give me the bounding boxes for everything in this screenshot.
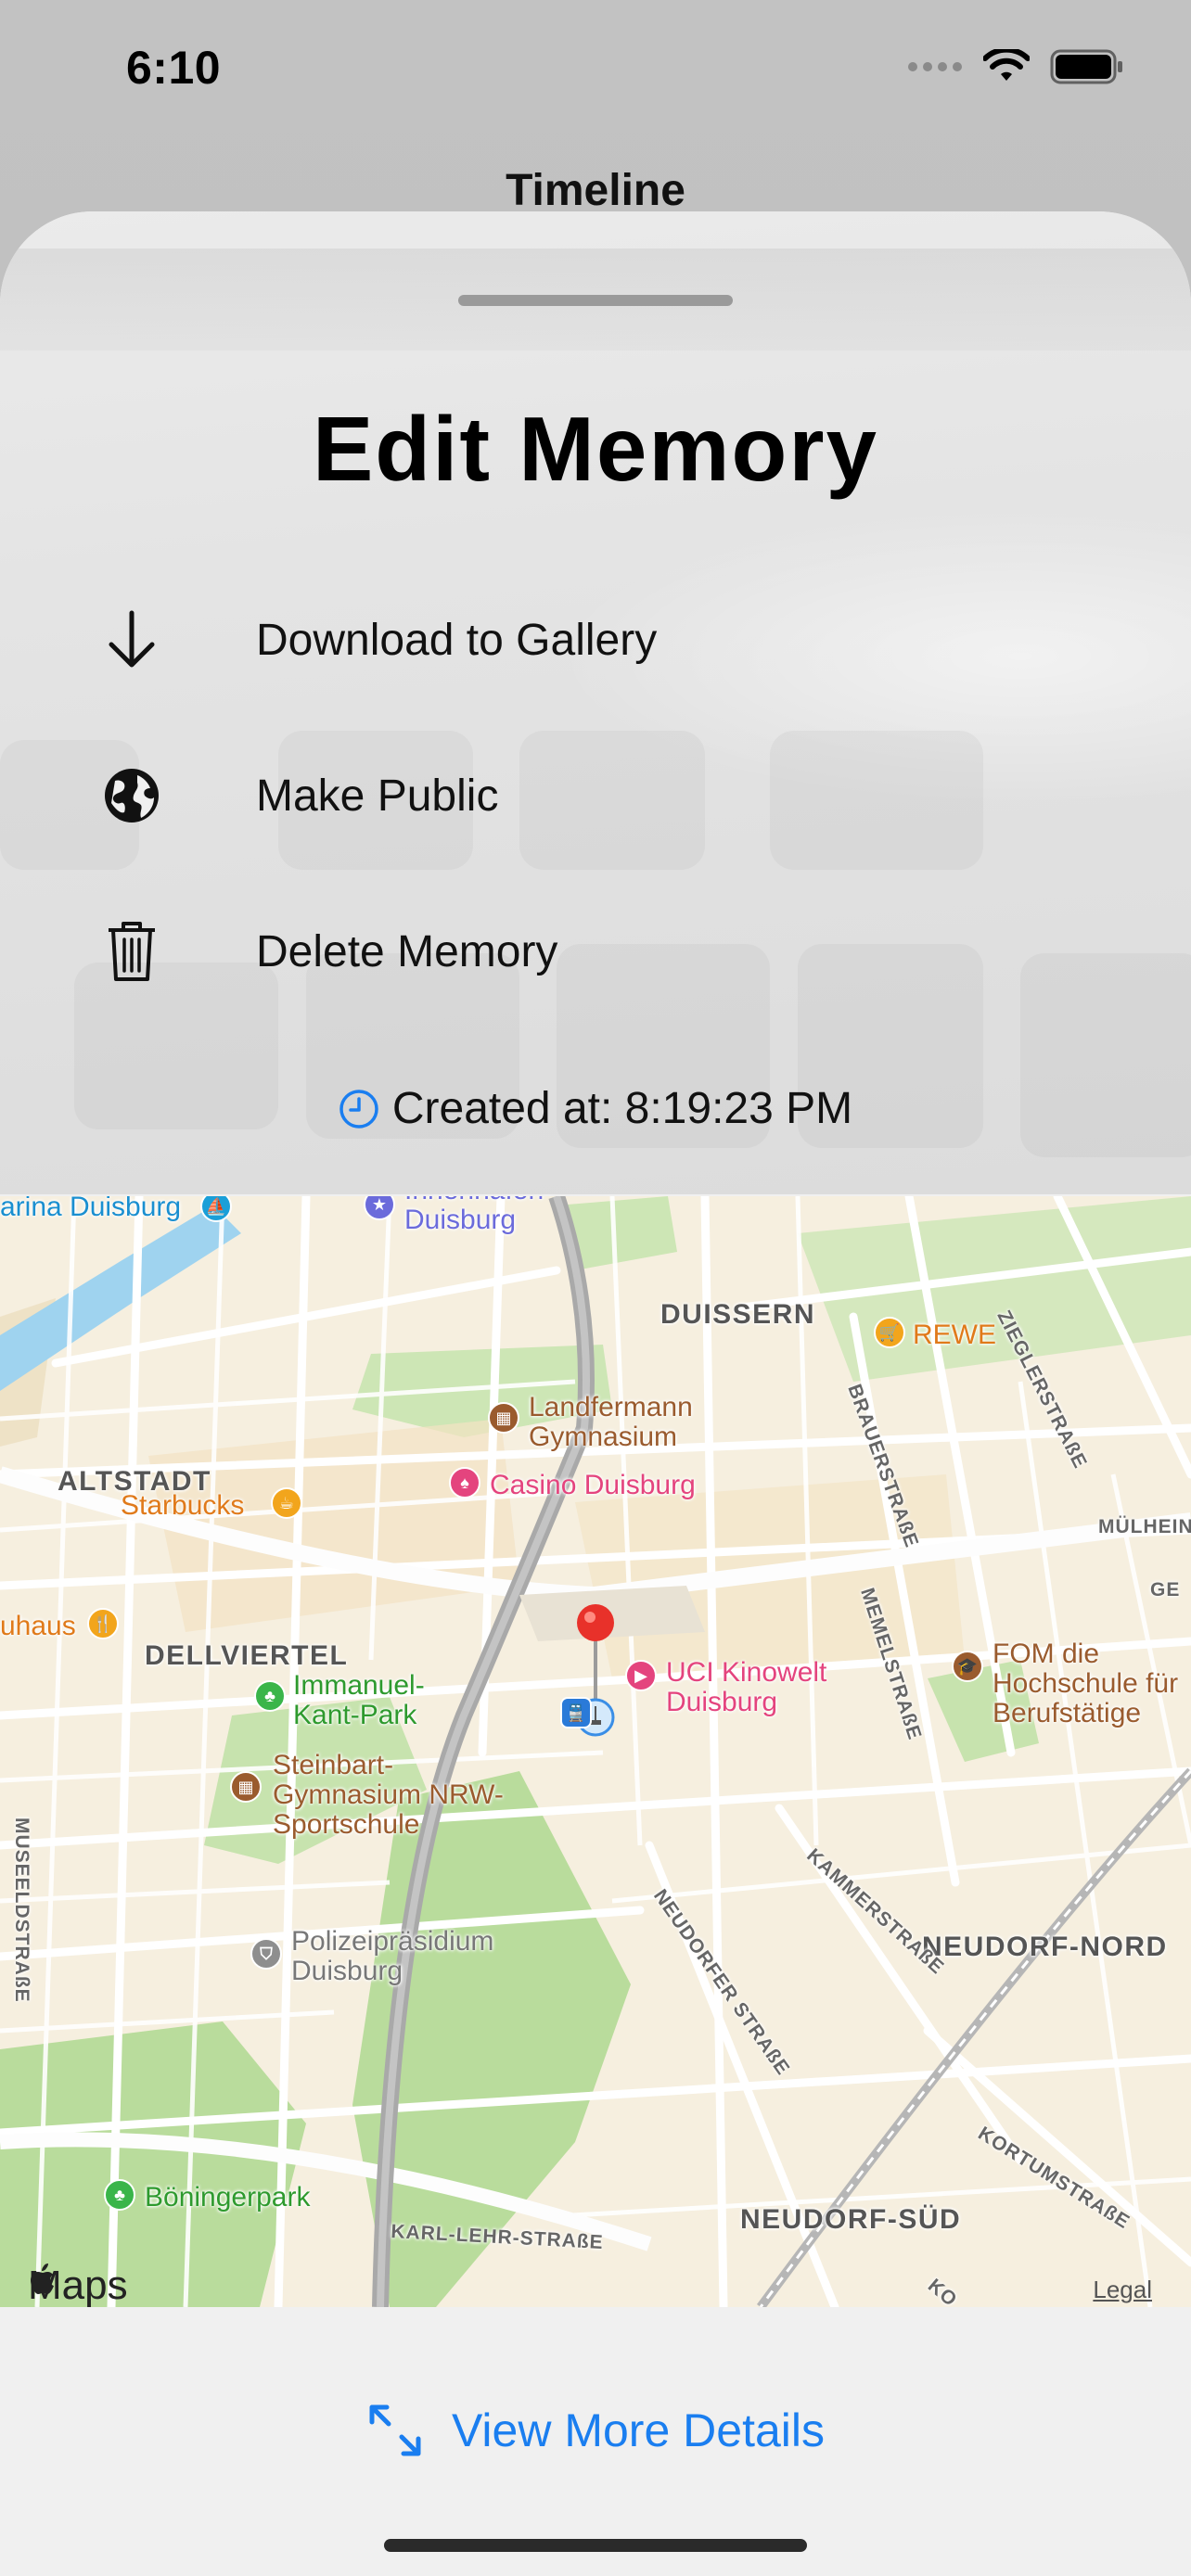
university-icon: 🎓 <box>952 1651 983 1682</box>
trash-icon <box>93 912 171 990</box>
poi-label: Polizeipräsidium <box>291 1926 494 1957</box>
created-at-row: Created at: 8:19:23 PM <box>0 1083 1191 1134</box>
restaurant-icon: 🍴 <box>87 1608 119 1639</box>
poi-label: Berufstätige <box>992 1698 1142 1728</box>
battery-icon <box>1050 49 1122 84</box>
cinema-icon: ▶ <box>625 1660 657 1691</box>
casino-icon: ♠ <box>449 1467 480 1498</box>
school-icon: ▦ <box>488 1402 519 1434</box>
location-map[interactable]: DUISSERN ALTSTADT DELLVIERTEL NEUDORF-NO… <box>0 1196 1191 2307</box>
poi-label: FOM die <box>992 1639 1100 1669</box>
poi-label: Sportschule <box>273 1809 420 1840</box>
memory-photo-background <box>0 211 1191 1194</box>
park-icon: ♣ <box>104 2179 135 2211</box>
poi-label: UCI Kinowelt <box>666 1657 827 1688</box>
street-label: MÜLHEIN <box>1098 1516 1191 1537</box>
edit-memory-sheet: Edit Memory Download to Gallery Make Pub… <box>0 211 1191 2576</box>
view-more-details-button[interactable]: View More Details <box>0 2402 1191 2459</box>
district-label: DELLVIERTEL <box>145 1640 349 1671</box>
signal-icon <box>908 62 962 71</box>
street-label: GE <box>1150 1579 1181 1600</box>
home-indicator <box>384 2539 807 2552</box>
poi-label: Steinbart- <box>273 1750 394 1780</box>
view-more-label: View More Details <box>451 2404 825 2456</box>
menu-item-label: Make Public <box>256 771 499 821</box>
poi-label: Böningerpark <box>145 2182 311 2213</box>
poi-label: arina Duisburg <box>0 1196 182 1222</box>
district-label: NEUDORF-SÜD <box>740 2204 962 2235</box>
make-public-button[interactable]: Make Public <box>93 745 1098 847</box>
status-icons <box>907 46 1124 87</box>
street-label: MUSEELDSTRAßE <box>11 1817 32 2003</box>
district-label: DUISSERN <box>660 1299 816 1330</box>
menu-item-label: Download to Gallery <box>256 615 658 665</box>
poi-label: Immanuel- <box>293 1670 425 1701</box>
cafe-icon: ☕ <box>271 1487 302 1519</box>
poi-label: Gymnasium <box>529 1422 678 1452</box>
delete-memory-button[interactable]: Delete Memory <box>93 900 1098 1002</box>
expand-arrows-icon <box>369 2404 421 2456</box>
shopping-cart-icon: 🛒 <box>874 1317 905 1348</box>
poi-label: Duisburg <box>404 1205 517 1235</box>
wifi-icon <box>983 49 1030 81</box>
park-icon: ♣ <box>254 1680 286 1712</box>
poi-label: Landfermann <box>529 1392 693 1422</box>
clock-icon <box>339 1089 378 1129</box>
sheet-title: Edit Memory <box>312 398 879 500</box>
poi-label: Kant-Park <box>293 1700 417 1730</box>
menu-item-label: Delete Memory <box>256 926 558 976</box>
poi-label: Starbucks <box>121 1490 245 1521</box>
train-station-icon[interactable]: 🚆 <box>560 1697 592 1728</box>
poi-label: Duisburg <box>666 1687 778 1717</box>
poi-label: REWE <box>913 1320 996 1350</box>
police-icon: ⛉ <box>250 1938 282 1970</box>
poi-label: Duisburg <box>291 1956 403 1986</box>
poi-label: Gymnasium NRW- <box>273 1779 504 1810</box>
globe-icon <box>93 757 171 835</box>
poi-label: uhaus <box>0 1611 76 1641</box>
background-title: Timeline <box>506 166 685 215</box>
apple-logo-icon <box>31 2264 54 2294</box>
download-to-gallery-button[interactable]: Download to Gallery <box>93 589 1098 691</box>
maps-attribution: Maps <box>28 2263 128 2307</box>
arrow-down-icon <box>93 601 171 679</box>
created-at-text: Created at: 8:19:23 PM <box>391 1084 853 1133</box>
status-bar: 6:10 <box>0 0 1191 139</box>
status-time: 6:10 <box>126 42 222 94</box>
school-icon: ▦ <box>230 1771 262 1803</box>
poi-label: Casino Duisburg <box>490 1470 696 1500</box>
sheet-grabber[interactable] <box>458 295 733 306</box>
legal-link[interactable]: Legal <box>1093 2276 1152 2304</box>
poi-label: Hochschule für <box>992 1668 1179 1699</box>
district-label: NEUDORF-NORD <box>922 1932 1168 1962</box>
